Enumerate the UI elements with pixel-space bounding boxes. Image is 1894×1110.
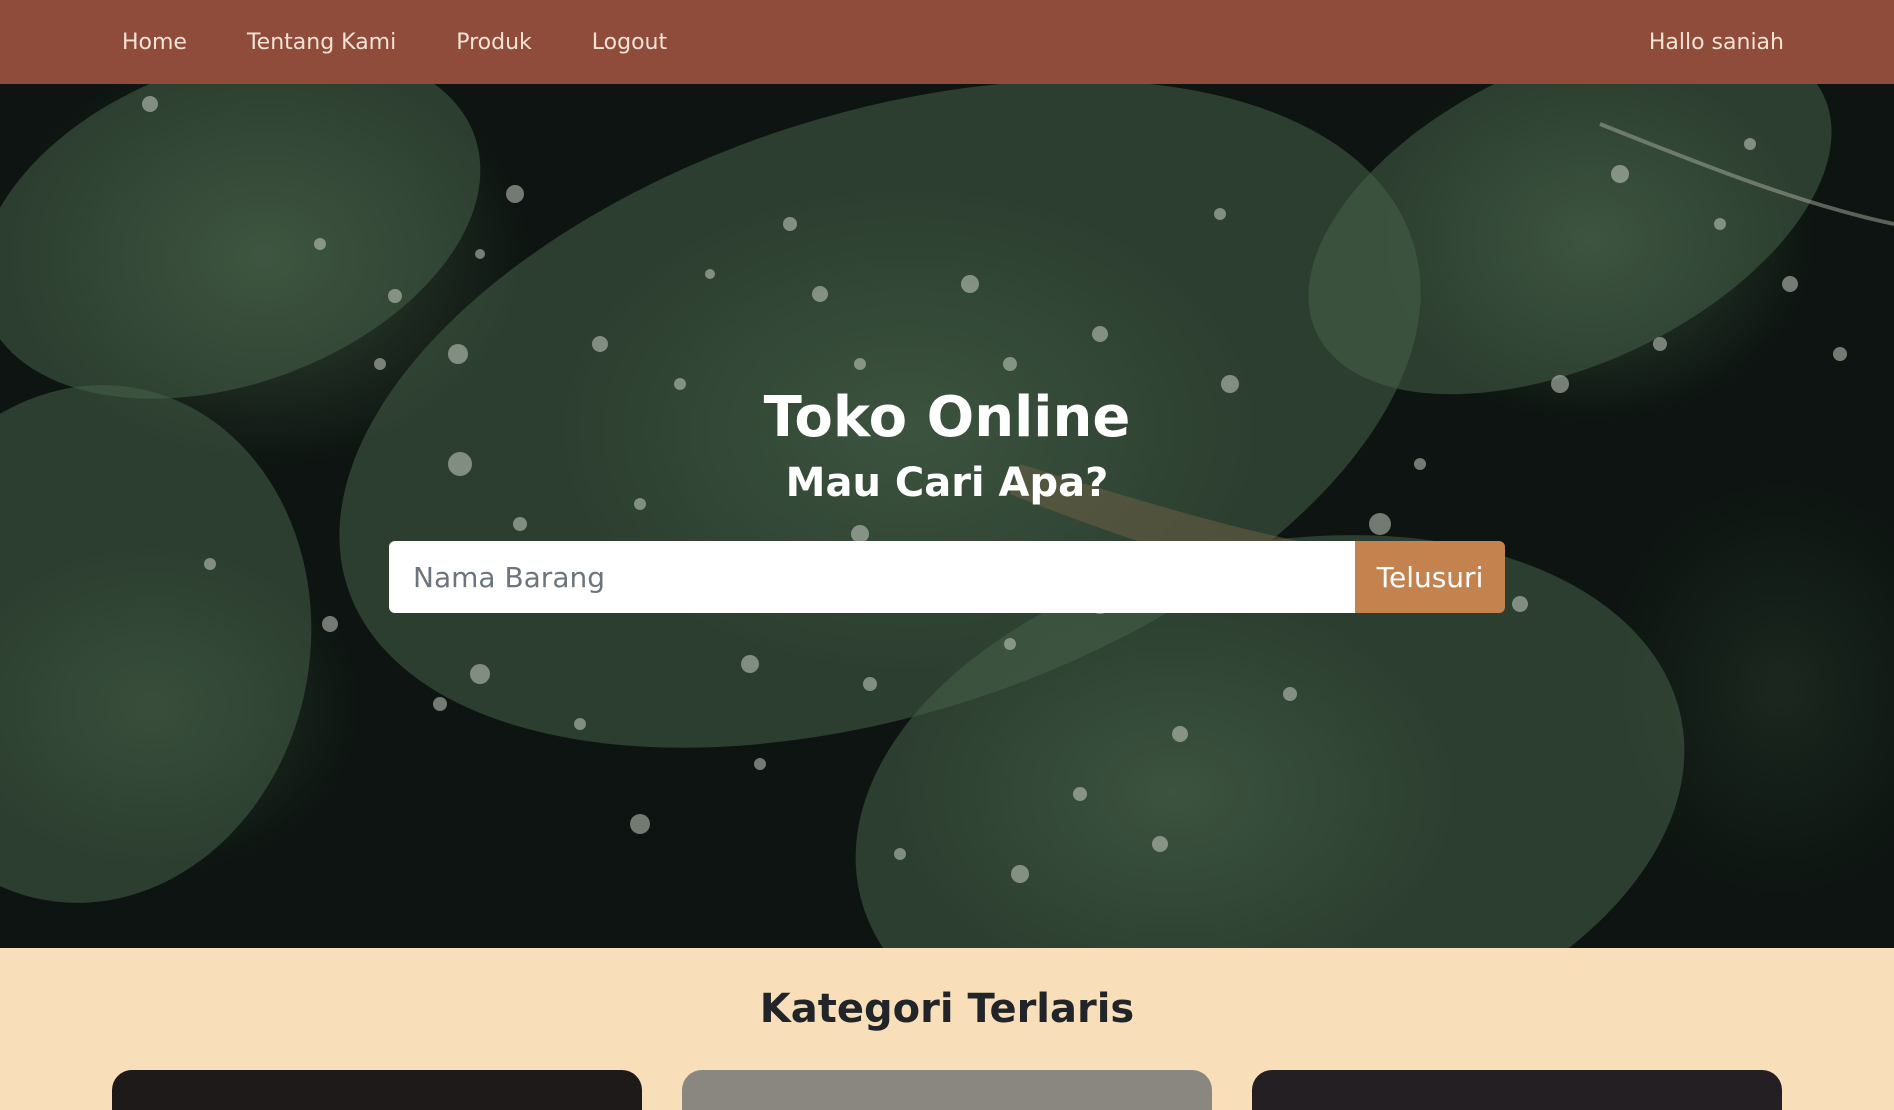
- category-card-image[interactable]: [682, 1070, 1212, 1110]
- nav-link-logout[interactable]: Logout: [592, 30, 667, 55]
- nav-link-tentang-kami[interactable]: Tentang Kami: [247, 30, 396, 55]
- hero-banner: Toko Online Mau Cari Apa? Telusuri: [0, 84, 1894, 948]
- category-cards: [0, 1070, 1894, 1110]
- hero-subtitle: Mau Cari Apa?: [785, 460, 1109, 507]
- nav-link-produk[interactable]: Produk: [456, 30, 532, 55]
- category-section: Kategori Terlaris: [0, 948, 1894, 1110]
- category-card-image[interactable]: [112, 1070, 642, 1110]
- search-form: Telusuri: [389, 541, 1505, 614]
- hero-title: Toko Online: [763, 385, 1131, 450]
- user-greeting: Hallo saniah: [1648, 29, 1784, 55]
- navbar: Home Tentang Kami Produk Logout Hallo sa…: [0, 0, 1894, 84]
- category-heading: Kategori Terlaris: [759, 986, 1135, 1032]
- nav-links: Home Tentang Kami Produk Logout: [122, 30, 727, 55]
- search-input[interactable]: [389, 541, 1355, 614]
- hero-content: Toko Online Mau Cari Apa? Telusuri: [0, 84, 1894, 948]
- category-card-image[interactable]: [1252, 1070, 1782, 1110]
- nav-link-home[interactable]: Home: [122, 30, 187, 55]
- search-button[interactable]: Telusuri: [1355, 541, 1505, 614]
